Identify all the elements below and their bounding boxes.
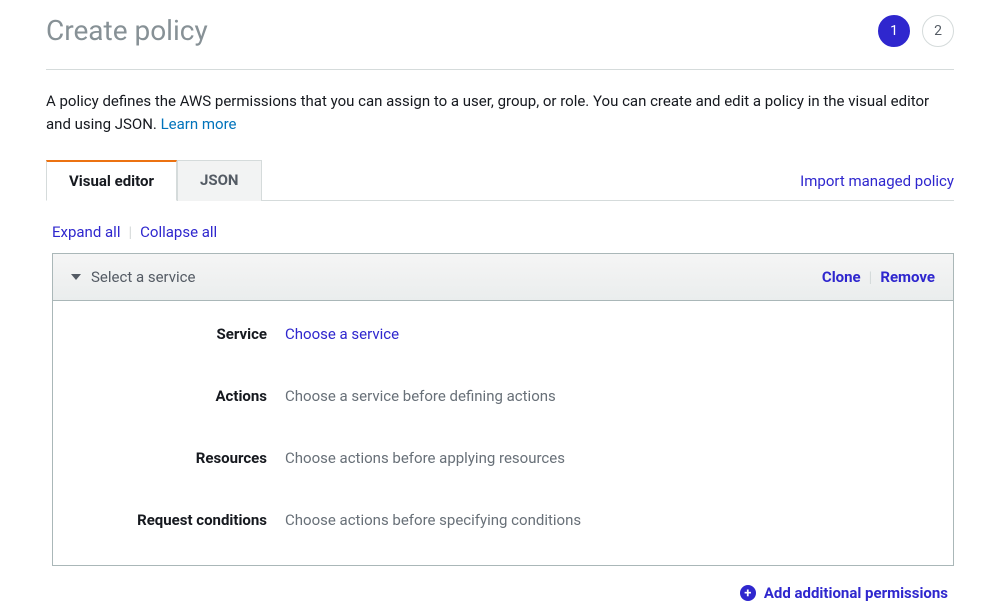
choose-service-link[interactable]: Choose a service bbox=[285, 325, 399, 343]
add-additional-permissions-button[interactable]: + Add additional permissions bbox=[740, 584, 948, 602]
tab-visual-editor[interactable]: Visual editor bbox=[46, 160, 177, 201]
add-permissions-label: Add additional permissions bbox=[764, 584, 948, 602]
divider: | bbox=[128, 223, 132, 241]
service-card: Select a service Clone | Remove Service … bbox=[52, 253, 954, 566]
expand-all-link[interactable]: Expand all bbox=[52, 223, 120, 241]
service-card-header[interactable]: Select a service Clone | Remove bbox=[53, 254, 953, 301]
page-header: Create policy 1 2 bbox=[46, 0, 954, 70]
field-row-conditions: Request conditions Choose actions before… bbox=[73, 511, 933, 529]
service-card-title: Select a service bbox=[91, 268, 195, 286]
conditions-value: Choose actions before specifying conditi… bbox=[285, 511, 581, 529]
service-label: Service bbox=[73, 325, 285, 343]
plus-circle-icon: + bbox=[740, 585, 756, 601]
collapse-all-link[interactable]: Collapse all bbox=[140, 223, 217, 241]
tabs: Visual editor JSON bbox=[46, 159, 262, 200]
resources-value: Choose actions before applying resources bbox=[285, 449, 565, 467]
remove-link[interactable]: Remove bbox=[880, 268, 935, 286]
service-card-actions: Clone | Remove bbox=[822, 268, 935, 286]
policy-description: A policy defines the AWS permissions tha… bbox=[46, 70, 954, 145]
service-card-title-group: Select a service bbox=[71, 268, 195, 286]
service-card-body: Service Choose a service Actions Choose … bbox=[53, 301, 953, 565]
actions-label: Actions bbox=[73, 387, 285, 405]
field-row-resources: Resources Choose actions before applying… bbox=[73, 449, 933, 467]
wizard-steps: 1 2 bbox=[878, 15, 954, 47]
actions-value: Choose a service before defining actions bbox=[285, 387, 556, 405]
expand-collapse-row: Expand all | Collapse all bbox=[46, 201, 954, 253]
divider: | bbox=[869, 268, 873, 286]
clone-link[interactable]: Clone bbox=[822, 268, 861, 286]
tabs-row: Visual editor JSON Import managed policy bbox=[46, 159, 954, 201]
field-row-service: Service Choose a service bbox=[73, 325, 933, 343]
import-managed-policy-link[interactable]: Import managed policy bbox=[800, 172, 954, 200]
resources-label: Resources bbox=[73, 449, 285, 467]
step-1[interactable]: 1 bbox=[878, 15, 910, 47]
conditions-label: Request conditions bbox=[73, 511, 285, 529]
tab-json[interactable]: JSON bbox=[177, 160, 262, 201]
learn-more-link[interactable]: Learn more bbox=[161, 115, 237, 133]
step-2[interactable]: 2 bbox=[922, 15, 954, 47]
chevron-down-icon bbox=[71, 274, 81, 280]
add-permissions-row: + Add additional permissions bbox=[46, 566, 954, 602]
field-row-actions: Actions Choose a service before defining… bbox=[73, 387, 933, 405]
page-title: Create policy bbox=[46, 14, 208, 47]
